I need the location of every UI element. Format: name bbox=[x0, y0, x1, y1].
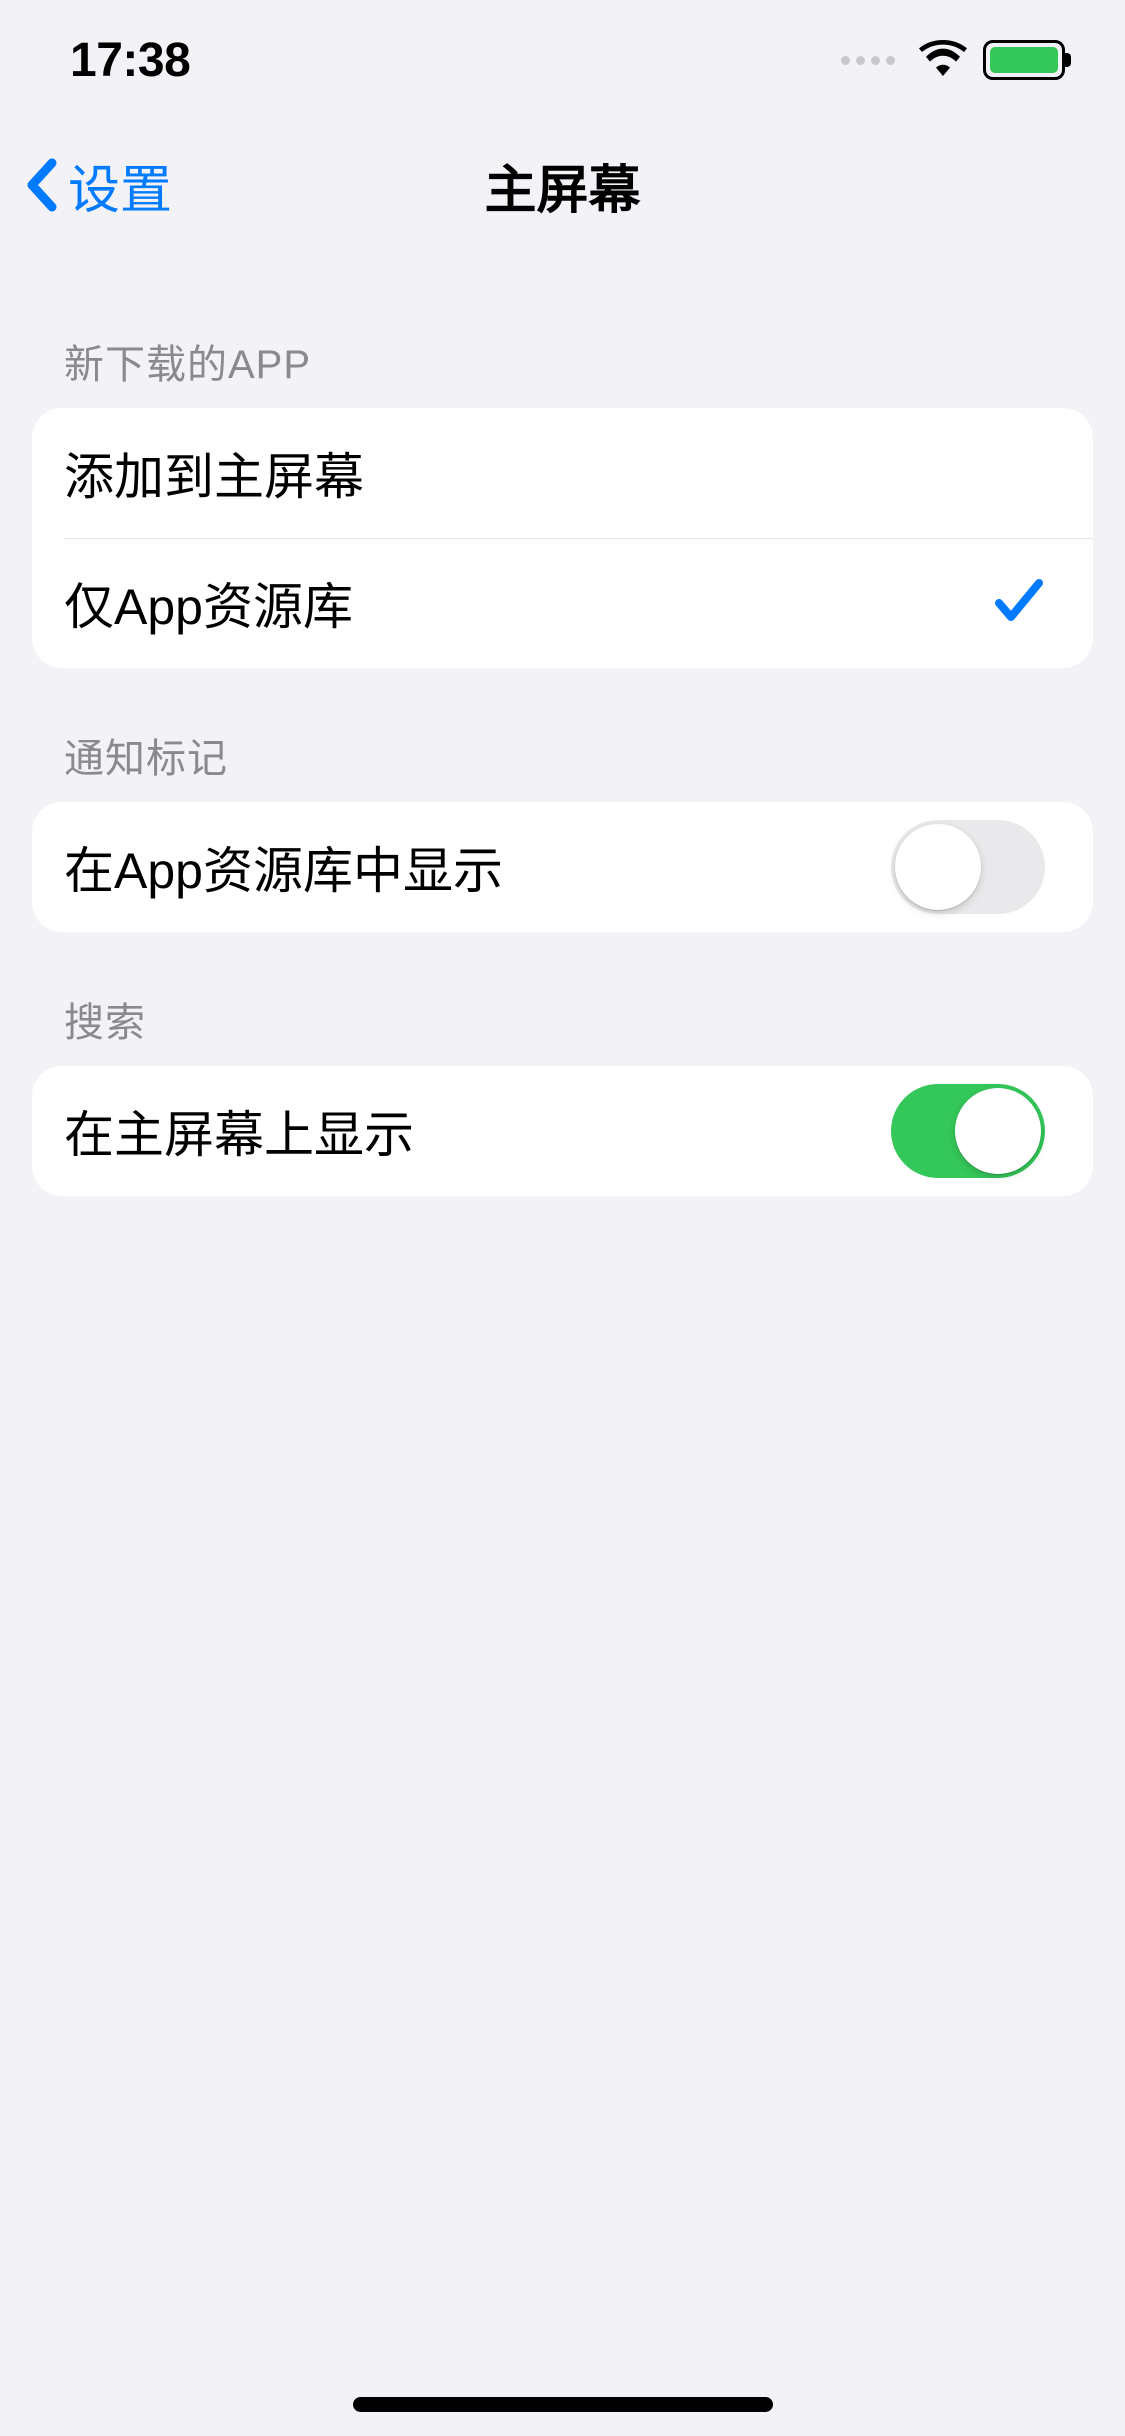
section-search: 搜索 在主屏幕上显示 bbox=[0, 990, 1125, 1196]
section-header: 通知标记 bbox=[0, 726, 1125, 802]
section-header: 新下载的APP bbox=[0, 332, 1125, 408]
option-add-to-home[interactable]: 添加到主屏幕 bbox=[32, 408, 1093, 538]
battery-icon bbox=[983, 40, 1065, 80]
chevron-left-icon bbox=[24, 157, 60, 213]
option-app-library-only[interactable]: 仅App资源库 bbox=[32, 538, 1093, 668]
row-label: 添加到主屏幕 bbox=[64, 437, 364, 509]
toggle-show-on-home[interactable] bbox=[891, 1084, 1045, 1178]
wifi-icon bbox=[919, 40, 967, 81]
toggle-show-in-app-library[interactable] bbox=[891, 820, 1045, 914]
row-show-on-home: 在主屏幕上显示 bbox=[32, 1066, 1093, 1196]
section-header: 搜索 bbox=[0, 990, 1125, 1066]
row-label: 在主屏幕上显示 bbox=[64, 1095, 414, 1167]
navigation-bar: 设置 主屏幕 bbox=[0, 120, 1125, 250]
section-new-apps: 新下载的APP 添加到主屏幕 仅App资源库 bbox=[0, 332, 1125, 668]
checkmark-icon bbox=[993, 577, 1045, 630]
cellular-dots-icon bbox=[841, 56, 895, 65]
row-label: 在App资源库中显示 bbox=[64, 831, 503, 903]
status-right bbox=[841, 40, 1065, 81]
list-group: 在App资源库中显示 bbox=[32, 802, 1093, 932]
back-label: 设置 bbox=[68, 148, 172, 223]
home-indicator[interactable] bbox=[353, 2397, 773, 2412]
row-show-in-app-library: 在App资源库中显示 bbox=[32, 802, 1093, 932]
row-label: 仅App资源库 bbox=[64, 567, 353, 639]
back-button[interactable]: 设置 bbox=[24, 148, 172, 223]
section-notification-badges: 通知标记 在App资源库中显示 bbox=[0, 726, 1125, 932]
list-group: 添加到主屏幕 仅App资源库 bbox=[32, 408, 1093, 668]
list-group: 在主屏幕上显示 bbox=[32, 1066, 1093, 1196]
status-time: 17:38 bbox=[70, 33, 190, 88]
page-title: 主屏幕 bbox=[484, 148, 640, 223]
status-bar: 17:38 bbox=[0, 0, 1125, 120]
